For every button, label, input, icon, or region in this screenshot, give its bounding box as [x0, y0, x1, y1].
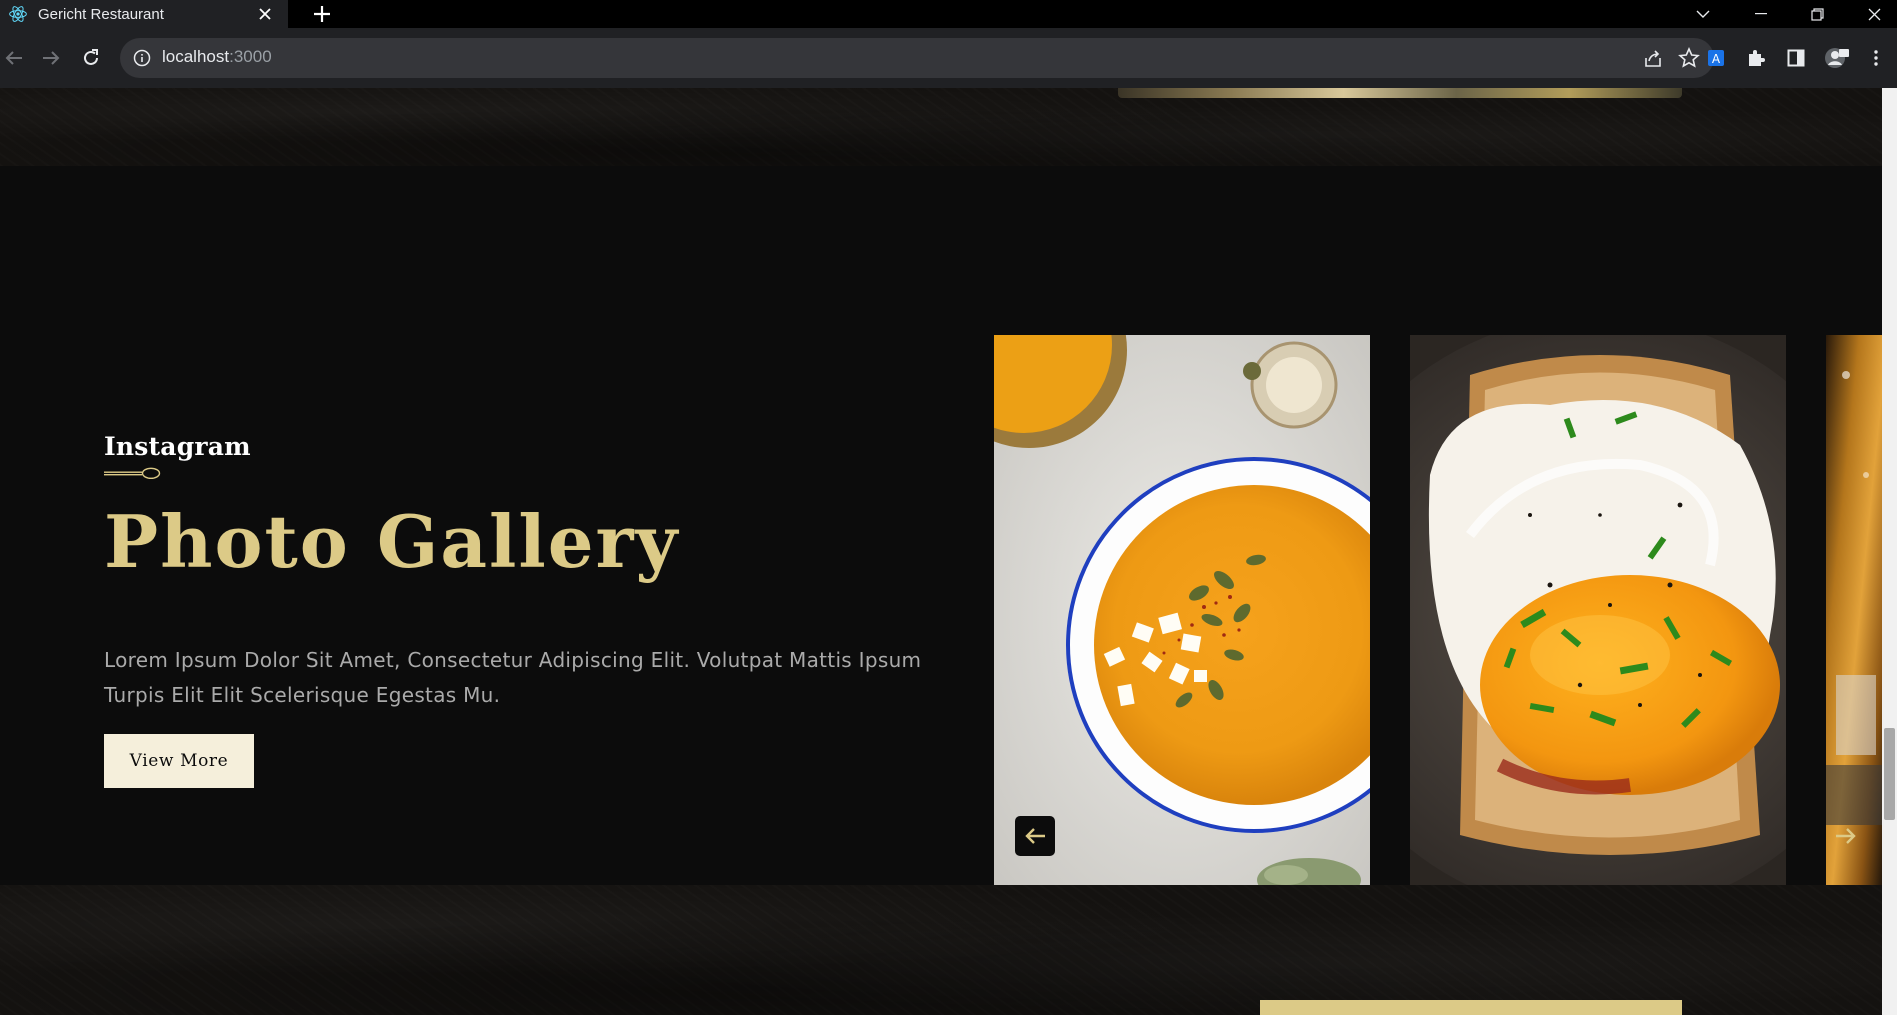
gallery-description: Lorem Ipsum Dolor Sit Amet, Consectetur …: [104, 648, 922, 707]
gallery-section: Instagram Photo Gallery Lorem Ipsum Dolo…: [0, 166, 1882, 893]
plus-icon[interactable]: [310, 2, 334, 26]
soup-bowl-image[interactable]: [994, 335, 1370, 893]
tab-strip: Gericht Restaurant: [0, 0, 1897, 28]
menu-icon[interactable]: [1864, 46, 1888, 70]
address-bar[interactable]: localhost:3000: [120, 38, 1714, 78]
close-window-icon[interactable]: [1851, 0, 1897, 28]
chevron-down-icon[interactable]: [1680, 0, 1726, 28]
page-scrollbar[interactable]: [1882, 88, 1897, 1015]
url-port: :3000: [229, 47, 272, 66]
star-icon[interactable]: [1678, 47, 1700, 69]
scrollbar-thumb[interactable]: [1884, 728, 1895, 820]
gallery-heading: Photo Gallery: [104, 499, 680, 584]
info-icon[interactable]: [132, 48, 152, 68]
spoon-icon: [104, 467, 161, 480]
reload-icon[interactable]: [77, 44, 105, 72]
url-text: localhost:3000: [162, 47, 272, 67]
back-icon[interactable]: [0, 44, 28, 72]
gallery-subtitle: Instagram: [104, 432, 251, 461]
fried-egg-toast-image[interactable]: [1410, 335, 1786, 893]
previous-section-image: [1118, 88, 1682, 98]
view-more-button[interactable]: View More: [104, 734, 254, 788]
browser-tab[interactable]: Gericht Restaurant: [0, 0, 288, 28]
react-icon: [9, 6, 27, 22]
tab-title: Gericht Restaurant: [38, 5, 164, 23]
share-icon[interactable]: [1642, 48, 1664, 70]
restore-icon[interactable]: [1794, 0, 1840, 28]
sidepanel-icon[interactable]: [1784, 46, 1808, 70]
previous-section-background: [0, 88, 1882, 166]
next-section-background: [0, 885, 1882, 1015]
browser-toolbar: localhost:3000 A: [0, 28, 1897, 88]
close-icon[interactable]: [254, 3, 276, 25]
puzzle-icon[interactable]: [1744, 46, 1768, 70]
extension-icon[interactable]: A: [1704, 46, 1728, 70]
page-viewport: Instagram Photo Gallery Lorem Ipsum Dolo…: [0, 88, 1882, 1015]
url-host: localhost: [162, 47, 230, 66]
arrow-right-icon[interactable]: [1826, 816, 1866, 856]
next-section-block: [1260, 1000, 1682, 1015]
svg-text:A: A: [1712, 52, 1721, 66]
profile-icon[interactable]: [1823, 46, 1851, 70]
minimize-icon[interactable]: [1738, 0, 1784, 28]
forward-icon[interactable]: [37, 44, 65, 72]
drink-image-partial[interactable]: [1826, 335, 1882, 893]
arrow-left-icon[interactable]: [1015, 816, 1055, 856]
